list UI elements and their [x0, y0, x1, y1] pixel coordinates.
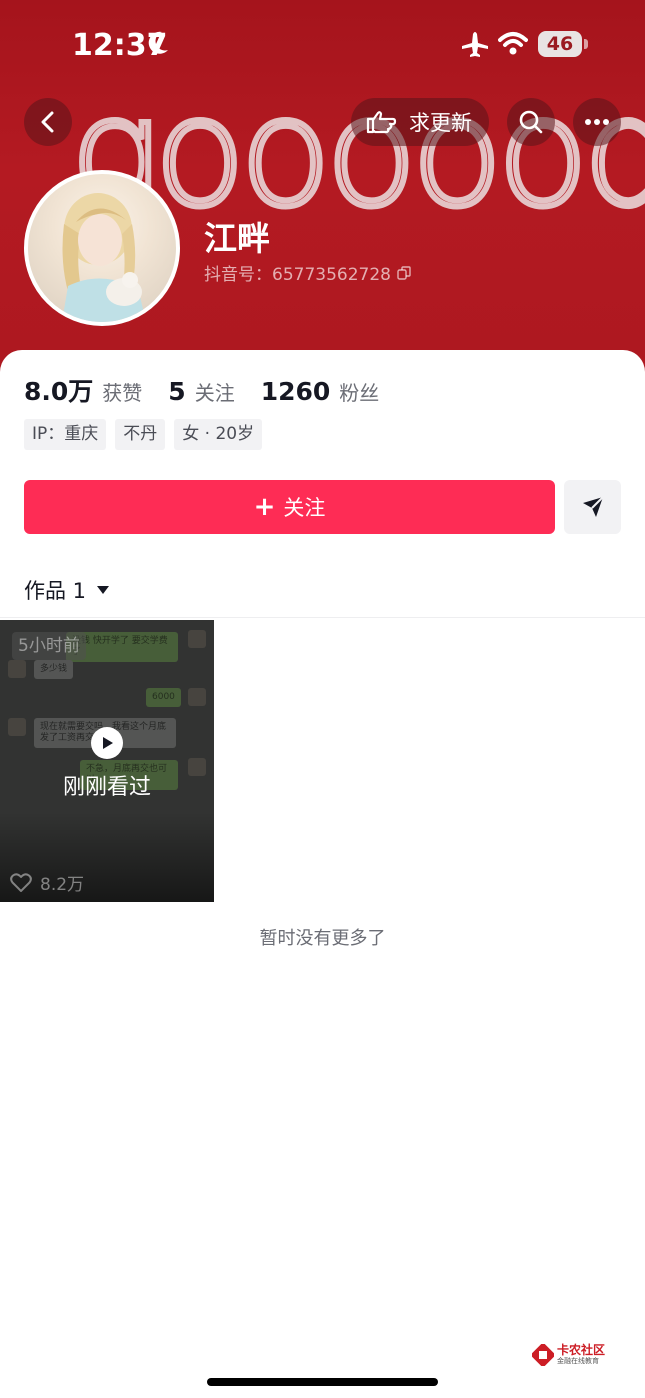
search-button[interactable] — [507, 98, 555, 146]
chevron-left-icon — [41, 111, 54, 133]
video-likes: 8.2万 — [10, 870, 84, 895]
battery-tip — [584, 39, 588, 49]
likes-count[interactable]: 8.0万 — [24, 372, 93, 408]
followers-label: 粉丝 — [339, 381, 380, 405]
ip-tag: IP：重庆 — [24, 419, 107, 450]
more-button[interactable] — [573, 98, 621, 146]
hand-point-icon — [366, 111, 397, 134]
heart-icon — [10, 872, 32, 892]
airplane-icon — [462, 32, 488, 57]
following-label: 关注 — [194, 381, 235, 405]
works-tab-label: 作品 1 — [24, 579, 87, 603]
moon-icon — [148, 31, 168, 54]
followers-count[interactable]: 1260 — [261, 377, 331, 406]
watermark-subtitle: 金融在线教育 — [557, 1357, 599, 1365]
profile-card: 8.0万 获赞 5 关注 1260 粉丝 IP：重庆 不丹 女 · 20岁 + … — [0, 350, 645, 1398]
send-icon — [582, 496, 604, 517]
tab-divider — [0, 617, 645, 618]
avatar-illustration — [62, 193, 146, 322]
play-button[interactable] — [91, 727, 123, 759]
watermark: 卡农社区 金融在线教育 — [532, 1344, 605, 1366]
avatar[interactable] — [24, 170, 180, 326]
profile-tags: IP：重庆 不丹 女 · 20岁 — [24, 419, 271, 450]
time-badge: 5小时前 — [12, 632, 86, 660]
caret-down-icon — [97, 586, 110, 594]
search-icon — [519, 110, 543, 134]
likes-label: 获赞 — [102, 381, 143, 405]
plus-icon: + — [253, 492, 276, 522]
recently-viewed-label: 刚刚看过 — [62, 775, 151, 800]
follow-label: 关注 — [283, 496, 326, 520]
more-dots-icon — [585, 119, 609, 125]
follow-button[interactable]: + 关注 — [24, 480, 555, 534]
request-update-button[interactable]: 求更新 — [351, 98, 489, 146]
watermark-logo-icon — [532, 1344, 554, 1366]
copy-icon[interactable] — [397, 265, 411, 280]
back-button[interactable] — [24, 98, 72, 146]
wifi-icon — [498, 32, 528, 55]
profile-stats: 8.0万 获赞 5 关注 1260 粉丝 — [24, 372, 405, 408]
status-bar: 12:37 46 — [0, 0, 645, 90]
message-button[interactable] — [564, 480, 621, 534]
location-tag: 不丹 — [115, 419, 166, 450]
battery-indicator: 46 — [538, 31, 582, 57]
douyin-id: 抖音号：65773562728 — [204, 260, 411, 285]
watermark-title: 卡农社区 — [557, 1343, 606, 1357]
following-count[interactable]: 5 — [168, 377, 185, 406]
gender-age-tag: 女 · 20岁 — [174, 419, 263, 450]
douyin-id-text: 抖音号：65773562728 — [204, 265, 391, 285]
no-more-text: 暂时没有更多了 — [259, 928, 386, 949]
video-likes-count: 8.2万 — [40, 875, 85, 895]
video-thumbnail[interactable]: 没钱 快开学了 要交学费了 多少钱 6000 现在就需要交吗，我看这个月底发了工… — [0, 620, 214, 902]
works-tab[interactable]: 作品 1 — [24, 575, 110, 605]
profile-name: 江畔 — [204, 219, 270, 258]
request-update-label: 求更新 — [409, 111, 472, 135]
play-icon — [103, 737, 113, 749]
home-indicator[interactable] — [207, 1378, 438, 1386]
